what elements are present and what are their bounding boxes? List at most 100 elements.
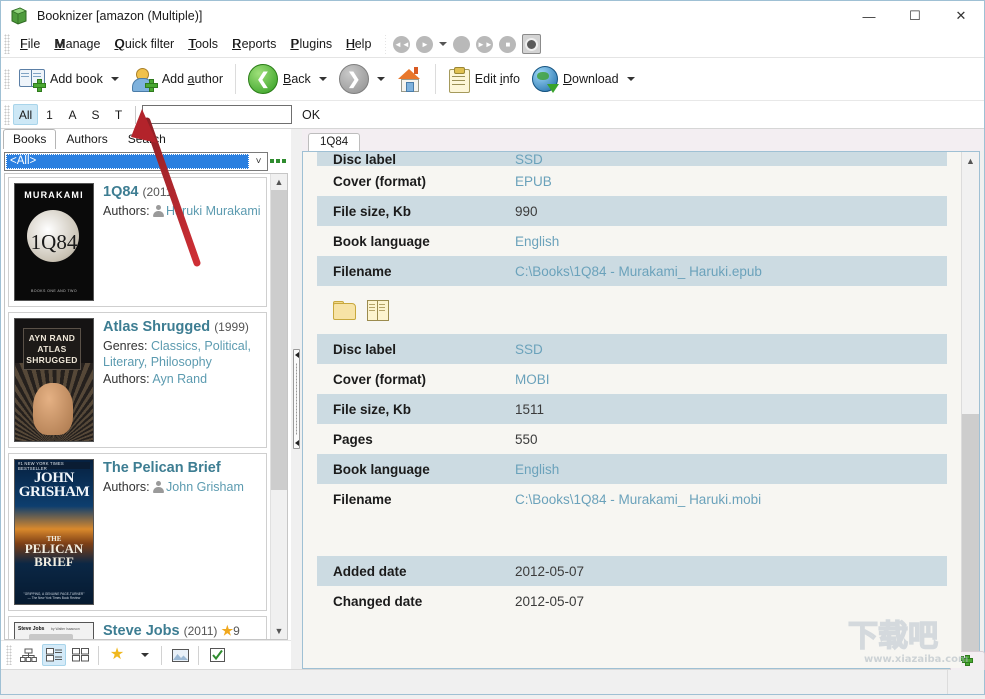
category-filter-value: <All> — [6, 153, 249, 169]
add-book-caret-icon[interactable] — [110, 77, 119, 81]
rating-dropdown-button[interactable] — [131, 644, 155, 666]
checkbox-toggle-button[interactable] — [205, 644, 229, 666]
rewind-icon[interactable]: ◄◄ — [393, 35, 411, 53]
detail-row: Cover (format) MOBI — [317, 364, 947, 394]
more-options-icon[interactable] — [268, 159, 288, 163]
add-book-button[interactable]: Add book — [13, 59, 125, 99]
tab-1q84[interactable]: 1Q84 — [308, 133, 361, 151]
menu-tools[interactable]: TTools — [181, 34, 225, 54]
menu-manage[interactable]: MManage — [47, 34, 107, 54]
minimize-button[interactable]: — — [846, 1, 892, 31]
speaker-icon[interactable] — [522, 34, 542, 54]
chevron-down-icon[interactable]: ˅ — [250, 153, 267, 170]
scroll-up-icon[interactable]: ▲ — [962, 152, 979, 169]
quick-filter-all[interactable]: All — [13, 104, 38, 125]
toolbar-grip[interactable] — [4, 69, 10, 89]
book-title-text: Steve Jobs — [103, 623, 180, 639]
book-title[interactable]: Steve Jobs (2011) ★9 — [103, 622, 261, 639]
cover-author-text: MURAKAMI — [24, 190, 84, 200]
menu-quick-filter[interactable]: QQuick filter — [107, 34, 181, 54]
detail-value[interactable]: English — [507, 234, 947, 249]
forward-caret-icon[interactable] — [376, 77, 385, 81]
quick-filter-s[interactable]: S — [84, 105, 107, 124]
fast-forward-icon[interactable]: ►► — [476, 35, 494, 53]
detail-value[interactable]: English — [507, 454, 947, 484]
home-button[interactable] — [391, 59, 429, 99]
detail-value[interactable]: EPUB — [507, 174, 947, 189]
panel-splitter[interactable] — [291, 129, 302, 669]
book-title[interactable]: The Pelican Brief — [103, 459, 261, 478]
status-cell-1 — [1, 670, 948, 694]
quick-filter-t[interactable]: T — [107, 105, 130, 124]
quick-filter-a[interactable]: A — [61, 105, 84, 124]
authors-value[interactable]: John Grisham — [166, 480, 244, 494]
category-filter-combo[interactable]: <All> ˅ — [4, 151, 268, 171]
menu-file[interactable]: FFile — [13, 34, 47, 54]
record-icon[interactable] — [453, 35, 471, 53]
scroll-down-icon[interactable]: ▼ — [271, 623, 287, 639]
details-view-button[interactable] — [42, 644, 66, 666]
scroll-track[interactable] — [271, 190, 287, 623]
window-title: Booknizer [amazon (Multiple)] — [37, 9, 203, 23]
back-caret-icon[interactable] — [318, 77, 327, 81]
quick-filter-ok-button[interactable]: OK — [302, 108, 320, 122]
stop-icon[interactable]: ■ — [499, 35, 517, 53]
authors-value[interactable]: Haruki Murakami — [166, 204, 260, 218]
window-controls: — ☐ ✕ — [846, 1, 984, 31]
book-list[interactable]: MURAKAMI 1Q84 BOOKS ONE AND TWO 1Q84 (20… — [4, 173, 288, 640]
book-title[interactable]: 1Q84 (2011) — [103, 183, 261, 202]
splitter-grip[interactable] — [293, 349, 300, 449]
view-toolbar-separator-1 — [98, 645, 99, 665]
detail-value[interactable]: C:\Books\1Q84 - Murakami_ Haruki.epub — [507, 256, 947, 286]
quick-filter-1[interactable]: 1 — [38, 105, 61, 124]
detail-value[interactable]: MOBI — [507, 372, 947, 387]
quickfilter-input[interactable] — [142, 105, 292, 124]
menu-grip[interactable] — [4, 34, 10, 54]
play-icon[interactable]: ► — [416, 35, 434, 53]
scroll-thumb[interactable] — [962, 414, 979, 651]
menu-reports[interactable]: RReports — [225, 34, 283, 54]
close-button[interactable]: ✕ — [938, 1, 984, 31]
rating-filter-button[interactable]: ★ — [105, 644, 129, 666]
list-item[interactable]: Steve Jobs by Walter Isaacson Steve Jobs… — [8, 616, 267, 639]
open-book-icon[interactable] — [367, 300, 389, 321]
download-caret-icon[interactable] — [626, 77, 635, 81]
menu-bar: FFile MManage QQuick filter TTools RRepo… — [1, 31, 984, 57]
detail-value[interactable]: SSD — [507, 152, 947, 166]
cover-toggle-button[interactable] — [168, 644, 192, 666]
view-toolbar-grip[interactable] — [6, 645, 12, 665]
tab-books[interactable]: Books — [3, 129, 57, 149]
add-author-button[interactable]: Add author — [125, 59, 229, 99]
maximize-button[interactable]: ☐ — [892, 1, 938, 31]
tab-search[interactable]: Search — [118, 129, 176, 149]
quick-filter-grip[interactable] — [4, 104, 10, 125]
list-item[interactable]: AYN RAND ATLAS SHRUGGED Atlas Shrugged (… — [8, 312, 267, 448]
book-list-scrollbar[interactable]: ▲ ▼ — [270, 174, 287, 639]
detail-value[interactable]: SSD — [507, 334, 947, 364]
dropdown-caret-icon[interactable] — [439, 42, 448, 46]
book-title[interactable]: Atlas Shrugged (1999) — [103, 318, 261, 337]
edit-info-button[interactable]: Edit info — [442, 59, 526, 99]
cover-subtitle-text: by Walter Isaacson — [51, 627, 80, 631]
detail-scrollbar[interactable]: ▲ ▼ — [961, 152, 979, 668]
menu-help[interactable]: HHelp — [339, 34, 378, 54]
star-icon: ★ — [221, 623, 234, 638]
list-item[interactable]: MURAKAMI 1Q84 BOOKS ONE AND TWO 1Q84 (20… — [8, 177, 267, 307]
forward-arrow-icon: ❯ — [338, 64, 369, 94]
thumbnail-view-button[interactable] — [68, 644, 92, 666]
open-folder-icon[interactable] — [333, 301, 356, 320]
list-item[interactable]: #1 NEW YORK TIMES BESTSELLER JOHN GRISHAM… — [8, 453, 267, 611]
download-button[interactable]: Download — [526, 59, 641, 99]
back-button[interactable]: ❮ Back — [242, 59, 333, 99]
scroll-track[interactable] — [962, 169, 979, 651]
quick-filter-separator — [135, 105, 136, 124]
menu-plugins[interactable]: PPlugins — [283, 34, 339, 54]
forward-button[interactable]: ❯ — [333, 59, 391, 99]
tree-view-button[interactable] — [16, 644, 40, 666]
books-stack-icon — [9, 6, 29, 26]
authors-value[interactable]: Ayn Rand — [152, 372, 207, 386]
scroll-up-icon[interactable]: ▲ — [271, 174, 287, 190]
detail-value[interactable]: C:\Books\1Q84 - Murakami_ Haruki.mobi — [507, 492, 947, 507]
scroll-thumb[interactable] — [271, 190, 287, 490]
tab-authors[interactable]: Authors — [56, 129, 117, 149]
